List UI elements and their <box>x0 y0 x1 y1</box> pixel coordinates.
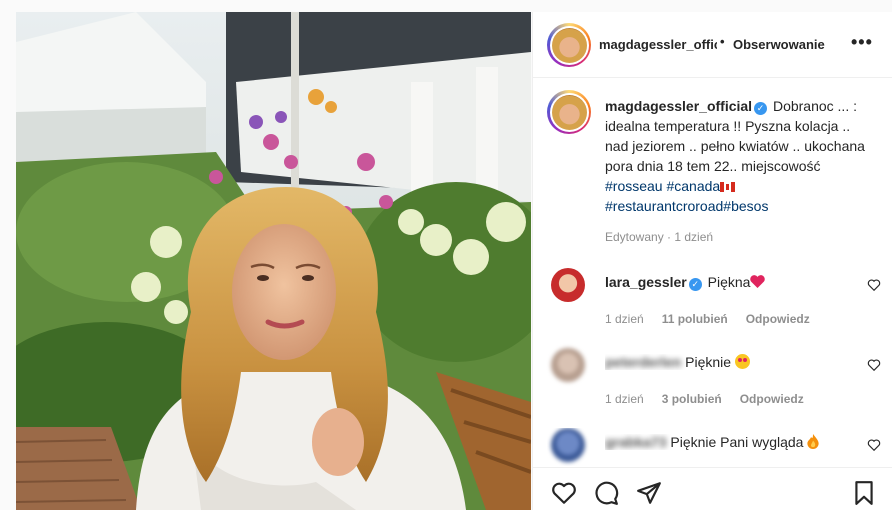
bookmark-icon[interactable] <box>851 480 877 506</box>
fire-emoji-icon <box>807 434 819 449</box>
commenter-avatar[interactable] <box>551 428 585 462</box>
comment-meta: 1 dzień 3 polubień Odpowiedz <box>605 392 804 406</box>
commenter-avatar[interactable] <box>551 348 585 382</box>
instagram-post-window: magdagessler_official • Obserwowanie •••… <box>0 0 892 510</box>
author-username[interactable]: magdagessler_official <box>599 37 717 52</box>
commenter-username[interactable]: lara_gessler <box>605 274 687 290</box>
hashtag-rosseau[interactable]: #rosseau <box>605 178 663 194</box>
commenter-username[interactable]: peterderlen <box>605 354 681 370</box>
commenter-avatar[interactable] <box>551 268 585 302</box>
comment-time: 1 dzień <box>605 312 644 326</box>
caption-text: magdagessler_official ✓ Dobranoc ... : id… <box>605 96 877 216</box>
reply-button[interactable]: Odpowiedz <box>746 312 810 326</box>
post-header: magdagessler_official • Obserwowanie ••• <box>533 12 892 78</box>
reply-button[interactable]: Odpowiedz <box>740 392 804 406</box>
caption-author-avatar[interactable] <box>547 90 591 134</box>
comment-text: lara_gessler ✓ Piękna <box>605 274 855 291</box>
comment-body: Pięknie Pani wygląda <box>670 434 804 450</box>
comment-meta: 1 dzień 11 polubień Odpowiedz <box>605 312 810 326</box>
comment-item: grabka73 Pięknie Pani wygląda <box>547 428 883 466</box>
comment-likes[interactable]: 3 polubień <box>662 392 722 406</box>
canada-flag-icon <box>720 182 736 192</box>
caption-username[interactable]: magdagessler_official <box>605 98 752 114</box>
author-avatar[interactable] <box>547 23 591 67</box>
comment-text: peterderlen Pięknie <box>605 354 855 370</box>
verified-badge-icon: ✓ <box>688 278 702 291</box>
verified-badge-icon: ✓ <box>754 102 768 115</box>
caption-edited-time: Edytowany · 1 dzień <box>605 230 714 244</box>
comment-body: Piękna <box>707 274 751 290</box>
header-separator: • <box>720 34 725 49</box>
comment-item: peterderlen Pięknie 1 dzień 3 polubień O… <box>547 348 883 418</box>
comment-item: lara_gessler ✓ Piękna 1 dzień 11 polubień… <box>547 268 883 338</box>
red-heart-emoji-icon <box>750 275 766 288</box>
post-side-panel: magdagessler_official • Obserwowanie •••… <box>532 12 892 510</box>
hashtag-besos[interactable]: #besos <box>723 198 768 214</box>
comment-likes[interactable]: 11 polubień <box>662 312 728 326</box>
paper-plane-icon[interactable] <box>636 480 662 506</box>
post-photo[interactable] <box>16 12 531 510</box>
hashtag-canada[interactable]: #canada <box>666 178 720 194</box>
like-comment-heart-icon[interactable] <box>867 358 881 372</box>
comment-bubble-icon[interactable] <box>593 480 619 506</box>
like-comment-heart-icon[interactable] <box>867 278 881 292</box>
following-button[interactable]: Obserwowanie <box>733 37 825 52</box>
post-action-bar <box>533 467 892 510</box>
hashtag-restaurantcroroad[interactable]: #restaurantcroroad <box>605 198 723 214</box>
like-comment-heart-icon[interactable] <box>867 438 881 452</box>
more-options-icon[interactable]: ••• <box>851 32 873 53</box>
post-image <box>16 12 531 510</box>
heart-outline-icon[interactable] <box>551 480 577 506</box>
comment-time: 1 dzień <box>605 392 644 406</box>
commenter-username[interactable]: grabka73 <box>605 434 666 450</box>
heart-eyes-emoji-icon <box>734 354 750 369</box>
comment-body: Pięknie <box>685 354 732 370</box>
comment-text: grabka73 Pięknie Pani wygląda <box>605 434 855 450</box>
